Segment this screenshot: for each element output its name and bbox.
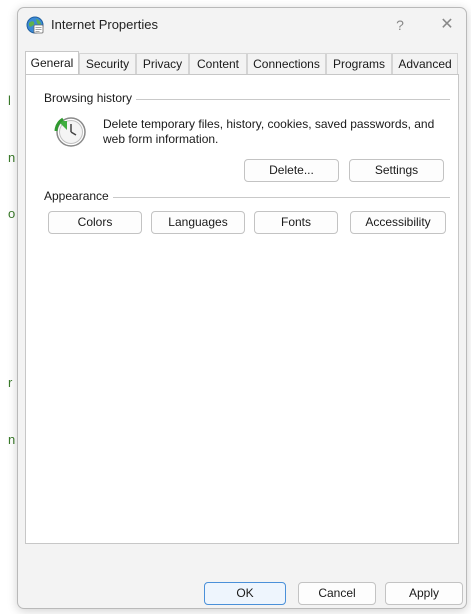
browsing-history-description: Delete temporary files, history, cookies… <box>103 117 435 146</box>
close-button[interactable]: ✕ <box>436 14 458 36</box>
cancel-button[interactable]: Cancel <box>298 582 376 605</box>
background-text-fragment: o <box>8 206 16 221</box>
help-button[interactable]: ? <box>390 14 410 36</box>
general-tab-panel: Browsing history Delete temporary files,… <box>25 74 459 544</box>
fonts-button[interactable]: Fonts <box>254 211 338 234</box>
languages-button[interactable]: Languages <box>151 211 245 234</box>
tab-programs[interactable]: Programs <box>326 53 392 74</box>
delete-button[interactable]: Delete... <box>244 159 339 182</box>
apply-button[interactable]: Apply <box>385 582 463 605</box>
browsing-history-icon <box>54 115 88 149</box>
window-title: Internet Properties <box>51 17 158 32</box>
appearance-group-label: Appearance <box>44 189 113 203</box>
tab-security[interactable]: Security <box>79 53 136 74</box>
background-text-fragment: n <box>8 432 16 447</box>
background-text-fragment: l <box>8 93 11 108</box>
tab-general[interactable]: General <box>25 51 79 74</box>
colors-button[interactable]: Colors <box>48 211 142 234</box>
tab-privacy[interactable]: Privacy <box>136 53 189 74</box>
tab-advanced[interactable]: Advanced <box>392 53 458 74</box>
accessibility-button[interactable]: Accessibility <box>350 211 446 234</box>
background-text-fragment: n <box>8 150 16 165</box>
browsing-history-group-label: Browsing history <box>44 91 137 105</box>
internet-globe-icon <box>26 16 44 34</box>
tab-connections[interactable]: Connections <box>247 53 326 74</box>
ok-button[interactable]: OK <box>204 582 286 605</box>
settings-button[interactable]: Settings <box>349 159 444 182</box>
title-bar[interactable]: Internet Properties ? ✕ <box>18 8 466 44</box>
background-text-fragment: r <box>8 375 13 390</box>
internet-properties-dialog: Internet Properties ? ✕ General Security… <box>17 7 467 609</box>
tab-content[interactable]: Content <box>189 53 247 74</box>
